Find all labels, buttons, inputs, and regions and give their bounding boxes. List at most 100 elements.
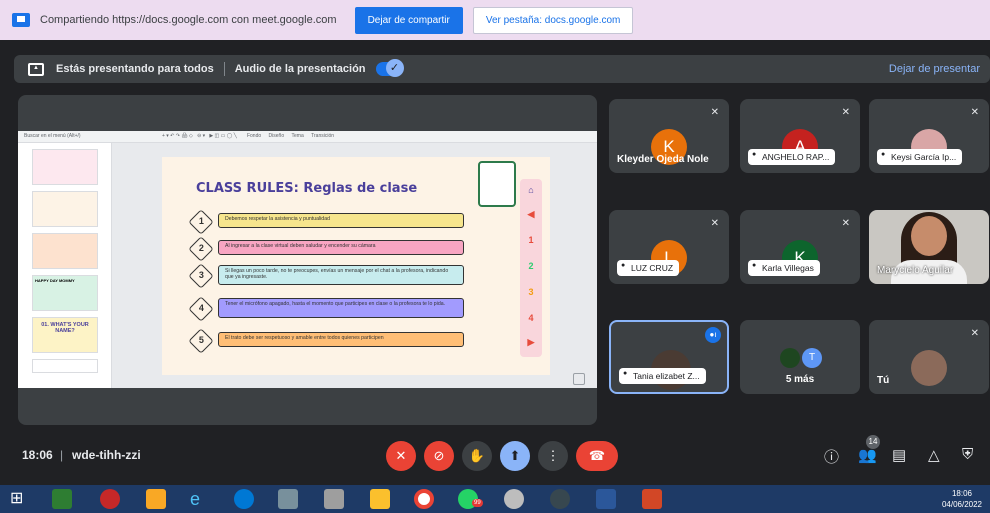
participant-name: Tania elizabet Z... [619, 368, 706, 384]
system-clock[interactable]: 18:06 04/06/2022 [942, 488, 982, 510]
host-controls-icon[interactable]: ⛨ [962, 446, 973, 463]
mic-off-icon: ✕ [710, 218, 719, 229]
app-icon[interactable] [324, 489, 344, 509]
present-icon [28, 62, 44, 76]
present-button[interactable]: ⬆ [500, 441, 530, 471]
camera-toggle-button[interactable]: ⊘ [424, 441, 454, 471]
participant-tile[interactable]: ✕ K Kleyder Ojeda Nole [609, 99, 729, 173]
activities-icon[interactable]: △ [928, 446, 940, 464]
toolbar-item-transicion[interactable]: Transición [311, 133, 334, 139]
next-arrow-icon: ▶ [527, 337, 535, 347]
presenting-status: Estás presentando para todos [56, 63, 214, 75]
presenting-bar: Estás presentando para todos Audio de la… [14, 55, 990, 83]
windows-taskbar: ⊞ e 99 18:06 04/06/2022 [0, 485, 990, 513]
participant-tile-active[interactable]: ●ı Tania elizabet Z... [609, 320, 729, 394]
rule-text: Debemos respetar la asistencia y puntual… [218, 213, 464, 228]
avatar-photo [780, 348, 800, 368]
rule-text: Al ingresar a la clase virtual deben sal… [218, 240, 464, 255]
app-icon[interactable] [278, 489, 298, 509]
side-number: 3 [528, 287, 534, 297]
mic-off-icon: ✕ [970, 328, 979, 339]
slide-side-nav: ⌂ ◀ 1 2 3 4 ▶ [520, 179, 542, 357]
slides-toolbar: Buscar en el menú (Alt+/) + ▾ ↶ ↷ 🖨 ◇ ⊖ … [18, 131, 597, 143]
slide-thumbnail[interactable]: HAPPY DAY MOMMY [32, 275, 98, 311]
sharing-banner: Compartiendo https://docs.google.com con… [0, 0, 990, 40]
rule-number: 4 [188, 296, 214, 322]
more-participants-tile[interactable]: T 5 más [740, 320, 860, 394]
mic-off-icon: ✕ [841, 218, 850, 229]
toolbar-item-diseno[interactable]: Diseño [269, 133, 285, 139]
mic-off-icon: ✕ [710, 107, 719, 118]
rule-number: 5 [188, 328, 214, 354]
slide-thumbnail[interactable] [32, 233, 98, 269]
slide-thumbnail[interactable] [32, 149, 98, 185]
side-number: 1 [528, 235, 534, 245]
internet-explorer-icon[interactable]: e [190, 489, 210, 509]
participant-name: Keysi García Ip... [877, 149, 963, 165]
thumbnail-text: 01. WHAT'S YOUR NAME? [41, 322, 89, 334]
participant-name: Marycielo Aguilar [877, 265, 954, 276]
app-icon[interactable] [100, 489, 120, 509]
whatsapp-badge: 99 [472, 499, 483, 507]
stop-sharing-button[interactable]: Dejar de compartir [354, 6, 463, 34]
toolbar-icons: + ▾ ↶ ↷ 🖨 ◇ ⊖ ▾ ▶ ◫ ▭ ◯ ╲ [161, 133, 240, 139]
avatar: T [802, 348, 822, 368]
raise-hand-button[interactable]: ✋ [462, 441, 492, 471]
mic-off-icon: ✕ [841, 107, 850, 118]
participant-tile[interactable]: Marycielo Aguilar [869, 210, 989, 284]
school-logo [478, 161, 516, 207]
rule-number: 1 [188, 209, 214, 235]
toolbar-item-tema[interactable]: Tema [292, 133, 304, 139]
folder-icon[interactable] [370, 489, 390, 509]
store-icon[interactable] [52, 489, 72, 509]
current-slide: CLASS RULES: Reglas de clase 1 Debemos r… [162, 157, 550, 375]
participant-tile[interactable]: ✕ Keysi García Ip... [869, 99, 989, 173]
participant-tile[interactable]: ✕ A ANGHELO RAP... [740, 99, 860, 173]
slide-thumbnail[interactable] [32, 359, 98, 373]
chat-icon[interactable]: ▤ [892, 446, 906, 464]
toolbar-item-fondo[interactable]: Fondo [247, 133, 261, 139]
stop-presenting-link[interactable]: Dejar de presentar [889, 63, 980, 75]
word-icon[interactable] [596, 489, 616, 509]
self-tile[interactable]: ✕ Tú [869, 320, 989, 394]
menu-search[interactable]: Buscar en el menú (Alt+/) [24, 133, 81, 139]
rule-text: Tener el micrófono apagado, hasta el mom… [218, 298, 464, 318]
mic-toggle-button[interactable]: ✕ [386, 441, 416, 471]
meeting-code: wde-tihh-zzi [72, 448, 141, 462]
edge-icon[interactable] [234, 489, 254, 509]
app-icon[interactable] [504, 489, 524, 509]
audio-label: Audio de la presentación [234, 63, 366, 75]
slide-title: CLASS RULES: Reglas de clase [196, 181, 418, 196]
info-icon[interactable]: ⓘ [824, 446, 839, 467]
clock-date: 04/06/2022 [941, 500, 982, 509]
powerpoint-icon[interactable] [642, 489, 662, 509]
audio-toggle[interactable] [375, 59, 404, 77]
participant-name: LUZ CRUZ [617, 260, 680, 276]
more-options-button[interactable]: ⋮ [538, 441, 568, 471]
file-explorer-icon[interactable] [146, 489, 166, 509]
slides-window: Buscar en el menú (Alt+/) + ▾ ↶ ↷ 🖨 ◇ ⊖ … [18, 131, 597, 388]
slide-filmstrip[interactable]: HAPPY DAY MOMMY 01. WHAT'S YOUR NAME? [18, 143, 112, 388]
leave-call-button[interactable]: ☎ [576, 441, 618, 471]
people-icon[interactable]: 👥 [858, 446, 877, 464]
slide-thumbnail[interactable] [32, 191, 98, 227]
participant-tile[interactable]: ✕ L LUZ CRUZ [609, 210, 729, 284]
rule-number: 2 [188, 236, 214, 262]
participant-name: ANGHELO RAP... [748, 149, 836, 165]
view-tab-button[interactable]: Ver pestaña: docs.google.com [472, 6, 634, 34]
screen-share-icon [12, 13, 30, 27]
slide-thumbnail[interactable]: 01. WHAT'S YOUR NAME? [32, 317, 98, 353]
app-icon[interactable] [550, 489, 570, 509]
participant-name: Karla Villegas [748, 260, 820, 276]
chrome-icon[interactable] [414, 489, 434, 509]
slide-canvas: CLASS RULES: Reglas de clase 1 Debemos r… [112, 143, 597, 388]
meeting-controls-bar: 18:06 | wde-tihh-zzi ✕ ⊘ ✋ ⬆ ⋮ ☎ ⓘ 14 👥 … [0, 432, 990, 480]
avatar-photo [911, 350, 947, 386]
video-face [911, 216, 947, 256]
fullscreen-icon[interactable] [573, 373, 585, 385]
participant-tile[interactable]: ✕ K Karla Villegas [740, 210, 860, 284]
windows-start-icon[interactable]: ⊞ [10, 489, 30, 509]
presentation-stage: Buscar en el menú (Alt+/) + ▾ ↶ ↷ 🖨 ◇ ⊖ … [18, 95, 597, 425]
rule-number: 3 [188, 263, 214, 289]
more-count: 5 más [785, 374, 815, 385]
